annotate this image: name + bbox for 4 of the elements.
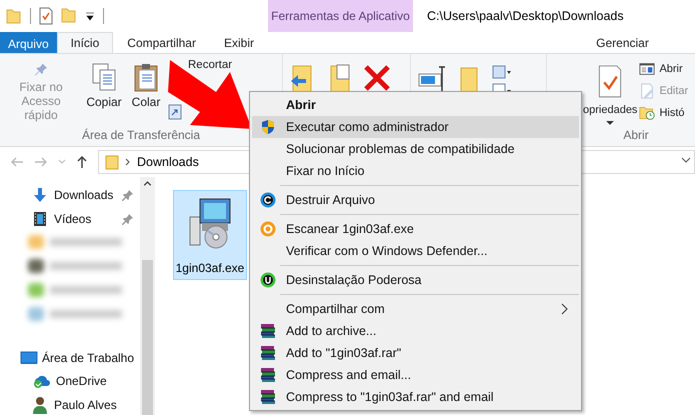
group-label: Área de Transferência [82,127,200,144]
group-label: Abrir [622,127,650,144]
window-title: C:\Users\paalv\Desktop\Downloads [426,8,624,25]
contextual-tab-header: Ferramentas de Aplicativo [268,0,413,32]
